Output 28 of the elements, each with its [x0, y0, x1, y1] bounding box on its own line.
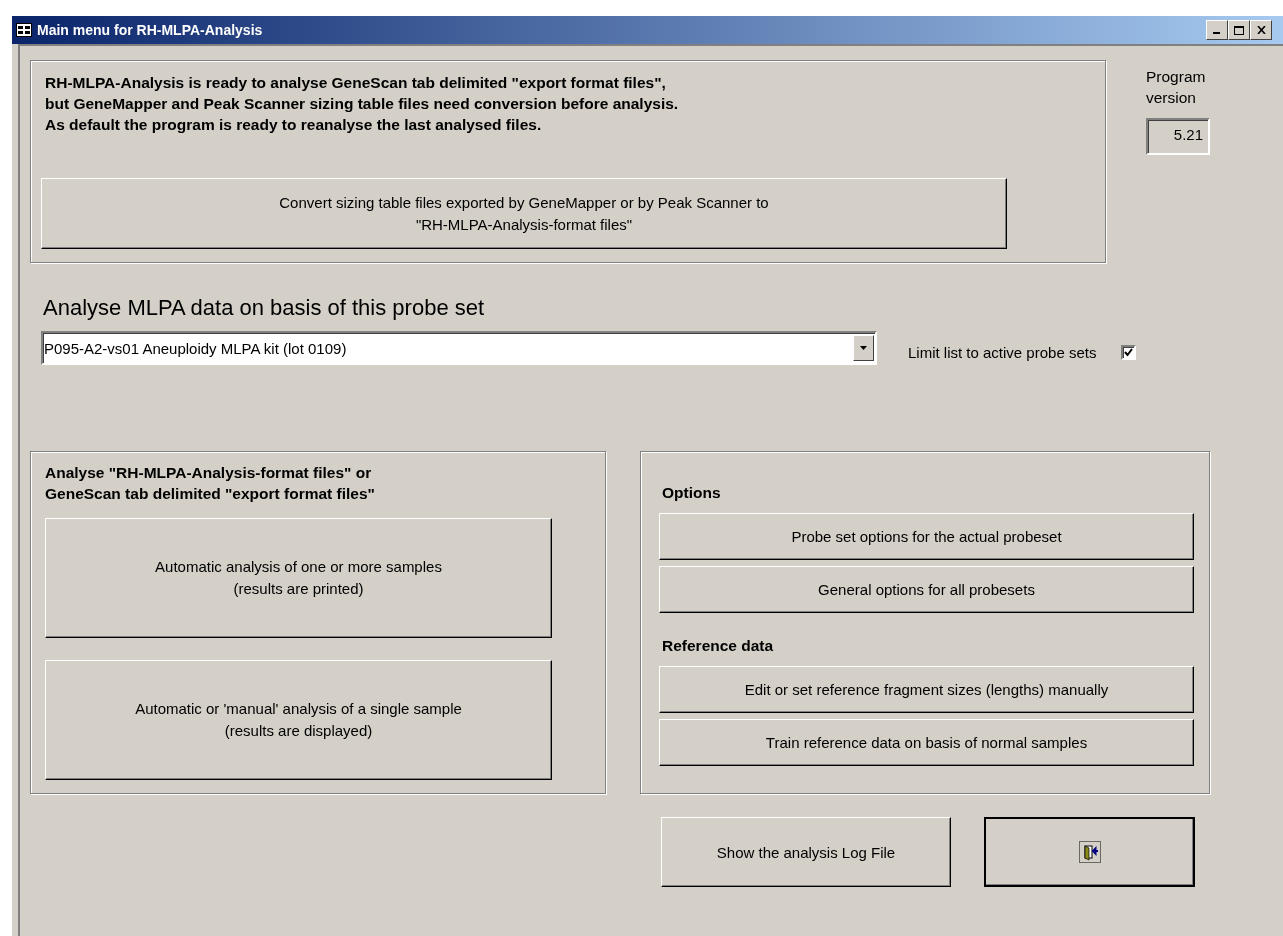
limit-checkbox[interactable]	[1121, 344, 1137, 360]
minimize-button[interactable]	[1206, 20, 1228, 40]
option-button[interactable]: General options for all probesets	[659, 566, 1194, 613]
close-button[interactable]	[1250, 20, 1272, 40]
limit-label: Limit list to active probe sets	[908, 342, 1097, 361]
exit-button[interactable]	[984, 817, 1195, 887]
analysis-button[interactable]: Automatic analysis of one or more samples (results are printed)	[45, 518, 552, 638]
analyse-heading: Analyse "RH-MLPA-Analysis-format files" or GeneScan tab delimited "export format files"	[45, 463, 376, 504]
close-icon	[1256, 26, 1266, 34]
intro-text: RH-MLPA-Analysis is ready to analyse GeneScan tab delimited "export format files", but GeneMapper and Peak Scanner sizing table files need conversion before analysis. As default the program is ready to reanalyse the last analysed files.	[45, 73, 680, 135]
version-field: 5.21	[1146, 118, 1210, 155]
convert-button[interactable]: Convert sizing table files exported by GeneMapper or by Peak Scanner to "RH-MLPA-Analysis-format files"	[41, 178, 1007, 249]
window-title: Main menu for RH-MLPA-Analysis	[37, 22, 263, 38]
option-button[interactable]: Train reference data on basis of normal samples	[659, 719, 1194, 766]
section-heading: Reference data	[662, 636, 775, 656]
section-heading: Options	[662, 483, 722, 503]
option-button[interactable]: Edit or set reference fragment sizes (lengths) manually	[659, 666, 1194, 713]
version-label: Program version	[1146, 67, 1207, 108]
caret-icon	[860, 346, 867, 350]
door-exit-icon	[1078, 841, 1101, 863]
option-button[interactable]: Probe set options for the actual probeset	[659, 513, 1194, 560]
log-file-button[interactable]: Show the analysis Log File	[661, 817, 951, 887]
probe-set-dropdown[interactable]: P095-A2-vs01 Aneuploidy MLPA kit (lot 0109)	[41, 331, 877, 365]
maximize-icon	[1234, 25, 1244, 35]
form-icon	[16, 23, 32, 37]
probe-set-heading: Analyse MLPA data on basis of this probe set	[43, 295, 486, 321]
maximize-button[interactable]	[1228, 20, 1250, 40]
analysis-button[interactable]: Automatic or 'manual' analysis of a single sample (results are displayed)	[45, 660, 552, 780]
